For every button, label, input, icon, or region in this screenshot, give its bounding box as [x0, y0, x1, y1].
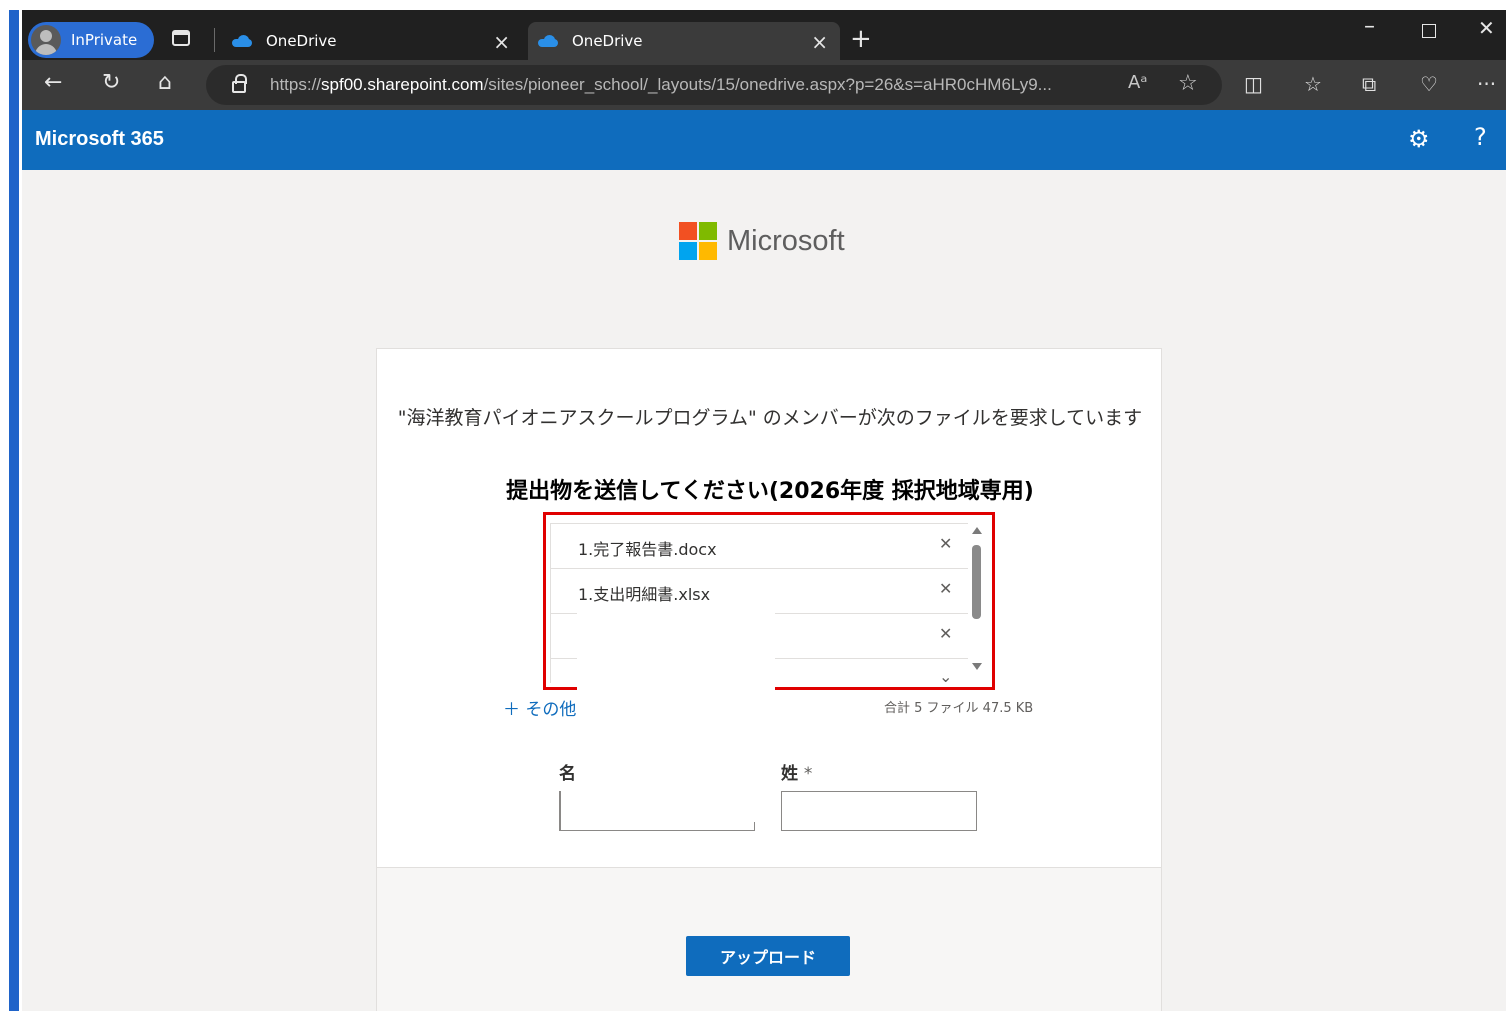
last-name-field[interactable]: [781, 791, 977, 831]
url-text[interactable]: https://spf00.sharepoint.com/sites/pione…: [270, 75, 1052, 95]
logo-text: Microsoft: [727, 224, 845, 257]
add-more-files-link[interactable]: ＋ その他: [503, 695, 576, 720]
tab-onedrive-2[interactable]: OneDrive ×: [528, 22, 840, 60]
window-accent: [9, 10, 19, 1011]
lock-icon[interactable]: [232, 74, 247, 93]
settings-gear-icon[interactable]: ⚙: [1408, 125, 1430, 153]
inprivate-badge[interactable]: InPrivate: [28, 22, 154, 58]
minimize-icon[interactable]: –: [1364, 14, 1375, 39]
suite-header: Microsoft 365 ⚙ ?: [22, 110, 1506, 170]
reload-icon[interactable]: ↻: [102, 70, 120, 95]
avatar: [31, 25, 61, 55]
back-arrow-icon[interactable]: ←: [44, 70, 62, 95]
browser-toolbar: ← ↻ ⌂ https://spf00.sharepoint.com/sites…: [22, 60, 1506, 110]
file-totals: 合計 5 ファイル 47.5 KB: [884, 701, 1034, 716]
close-tab-icon[interactable]: ×: [811, 30, 828, 54]
suite-title[interactable]: Microsoft 365: [35, 128, 164, 151]
read-aloud-icon[interactable]: Aᵃ: [1128, 72, 1147, 93]
favorite-star-icon[interactable]: ☆: [1178, 71, 1198, 96]
window-edge: [0, 0, 22, 1011]
close-window-icon[interactable]: ✕: [1478, 16, 1495, 40]
last-name-label: 姓 *: [781, 764, 813, 784]
request-message: "海洋教育パイオニアスクールプログラム" のメンバーが次のファイルを要求していま…: [397, 407, 1143, 429]
first-name-field[interactable]: [559, 791, 755, 831]
favorites-icon[interactable]: ☆: [1304, 72, 1322, 96]
file-request-card: "海洋教育パイオニアスクールプログラム" のメンバーが次のファイルを要求していま…: [376, 348, 1162, 1011]
card-footer: アップロード: [377, 867, 1161, 1011]
tab-onedrive-1[interactable]: OneDrive ×: [222, 22, 522, 60]
split-screen-icon[interactable]: ◫: [1244, 72, 1263, 96]
redaction-mask: [577, 611, 775, 731]
tab-title: OneDrive: [572, 32, 643, 50]
more-menu-icon[interactable]: ···: [1477, 72, 1496, 96]
home-icon[interactable]: ⌂: [158, 70, 172, 95]
upload-button[interactable]: アップロード: [686, 936, 850, 976]
browser-essentials-icon[interactable]: ♡: [1420, 72, 1438, 96]
required-mark: *: [803, 764, 813, 784]
first-name-label: 名: [559, 764, 576, 784]
browser-window: InPrivate OneDrive × OneDrive × + – ✕ ← …: [22, 10, 1506, 1011]
tab-title: OneDrive: [266, 32, 337, 50]
page-content: Microsoft "海洋教育パイオニアスクールプログラム" のメンバーが次のフ…: [22, 170, 1506, 1011]
new-tab-icon[interactable]: +: [850, 26, 872, 52]
tab-strip: InPrivate OneDrive × OneDrive × + – ✕: [22, 10, 1506, 60]
maximize-icon[interactable]: [1422, 24, 1436, 38]
tab-separator: [214, 28, 215, 52]
inprivate-label: InPrivate: [71, 31, 138, 49]
microsoft-logo-icon: [679, 222, 717, 260]
microsoft-logo: Microsoft: [679, 222, 845, 260]
onedrive-cloud-icon: [232, 35, 252, 47]
onedrive-cloud-icon: [538, 35, 558, 47]
request-subject: 提出物を送信してください(2026年度 採択地域専用): [506, 479, 1034, 504]
close-tab-icon[interactable]: ×: [493, 30, 510, 54]
help-icon[interactable]: ?: [1474, 123, 1487, 151]
address-bar[interactable]: https://spf00.sharepoint.com/sites/pione…: [206, 65, 1222, 105]
collections-icon[interactable]: ⧉: [1362, 72, 1376, 96]
tab-actions-icon[interactable]: [172, 28, 194, 50]
